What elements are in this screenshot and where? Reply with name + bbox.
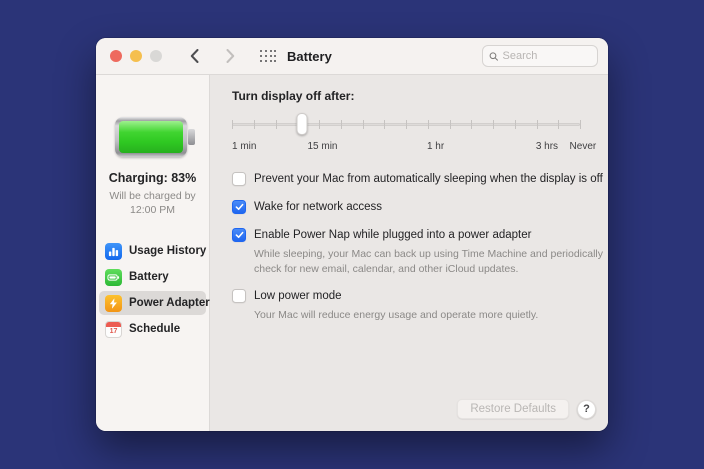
power-nap-description: While sleeping, your Mac can back up usi…: [254, 247, 606, 276]
title-bar[interactable]: Battery: [96, 38, 608, 75]
restore-defaults-button[interactable]: Restore Defaults: [457, 399, 569, 419]
power-nap-checkbox[interactable]: [232, 228, 246, 242]
slider-tick-labels: 1 min 15 min 1 hr 3 hrs Never: [232, 141, 602, 154]
bar-chart-icon: [105, 243, 122, 260]
window-controls: [110, 50, 162, 62]
low-power-row: Low power mode: [232, 289, 604, 304]
prevent-sleep-row: Prevent your Mac from automatically slee…: [232, 172, 604, 187]
slider-tick-label: 1 min: [232, 141, 256, 152]
back-button[interactable]: [184, 46, 204, 66]
slider-tick-label: 3 hrs: [536, 141, 558, 152]
desktop-background: Battery Charging: 83% Will be charged by…: [0, 0, 704, 469]
window-title: Battery: [287, 49, 332, 64]
calendar-icon: 17: [105, 321, 122, 338]
display-off-label: Turn display off after:: [232, 89, 608, 103]
search-input[interactable]: [503, 50, 591, 62]
slider-tick-label: Never: [570, 141, 597, 152]
minimize-window-button[interactable]: [130, 50, 142, 62]
forward-button[interactable]: [220, 46, 240, 66]
power-adapter-pane: Turn display off after: 1 min 15 min 1 hr 3…: [210, 75, 608, 431]
wake-network-checkbox[interactable]: [232, 200, 246, 214]
sidebar: Charging: 83% Will be charged by 12:00 P…: [96, 75, 210, 431]
search-icon: [489, 51, 499, 62]
show-all-preferences-icon[interactable]: [260, 50, 277, 63]
charge-estimate: Will be charged by 12:00 PM: [96, 189, 209, 217]
slider-thumb[interactable]: [296, 113, 307, 135]
power-nap-row: Enable Power Nap while plugged into a po…: [232, 228, 604, 243]
close-window-button[interactable]: [110, 50, 122, 62]
battery-status-icon: [115, 117, 191, 157]
sidebar-item-power-adapter[interactable]: Power Adapter: [99, 291, 206, 315]
sidebar-item-schedule[interactable]: 17 Schedule: [99, 317, 206, 341]
low-power-checkbox[interactable]: [232, 289, 246, 303]
lightning-icon: [105, 295, 122, 312]
search-field[interactable]: [482, 45, 598, 67]
sidebar-item-usage-history[interactable]: Usage History: [99, 239, 206, 263]
display-off-slider[interactable]: [232, 113, 580, 135]
help-button[interactable]: ?: [577, 400, 596, 419]
battery-preferences-window: Battery Charging: 83% Will be charged by…: [96, 38, 608, 431]
slider-tick-label: 1 hr: [427, 141, 444, 152]
zoom-window-button[interactable]: [150, 50, 162, 62]
slider-ticks: [232, 120, 580, 129]
battery-icon: [105, 269, 122, 286]
wake-network-row: Wake for network access: [232, 200, 604, 215]
prevent-sleep-checkbox[interactable]: [232, 172, 246, 186]
charging-status: Charging: 83%: [109, 171, 197, 185]
slider-tick-label: 15 min: [307, 141, 337, 152]
low-power-description: Your Mac will reduce energy usage and op…: [254, 308, 606, 323]
sidebar-list: Usage History Battery Power Adapter: [96, 239, 209, 343]
sidebar-item-battery[interactable]: Battery: [99, 265, 206, 289]
